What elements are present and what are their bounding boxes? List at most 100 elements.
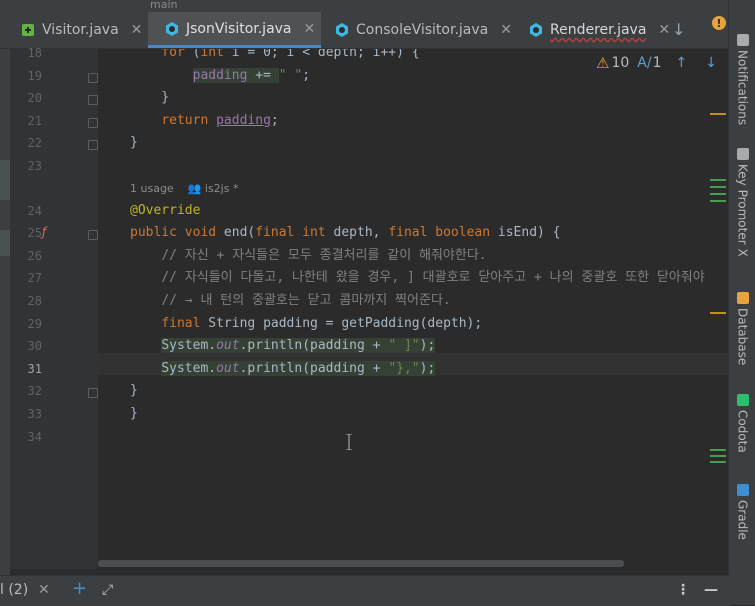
- window-top-bar: main: [0, 0, 730, 12]
- code-line[interactable]: }: [130, 403, 138, 425]
- left-tool-strip: [0, 0, 10, 605]
- tab-visitor[interactable]: Visitor.java ✕: [4, 12, 148, 48]
- close-tab-icon[interactable]: ✕: [304, 21, 316, 37]
- code-line[interactable]: // → 내 턴의 중괄호는 닫고 콤마까지 찍어준다.: [130, 290, 450, 312]
- warning-stripe-mark[interactable]: [710, 312, 726, 314]
- line-number: 31: [27, 361, 42, 376]
- previous-highlight-icon[interactable]: ↑: [676, 55, 688, 71]
- run-tab-label[interactable]: l (2): [0, 582, 28, 598]
- fold-marker-icon[interactable]: [88, 72, 98, 83]
- line-number: 21: [27, 113, 42, 128]
- left-strip-block: [0, 230, 10, 256]
- line-number: 28: [27, 294, 42, 308]
- code-editor[interactable]: for (int i = 0; i < depth; i++) { paddin…: [98, 49, 728, 569]
- line-number: 22: [27, 136, 42, 151]
- change-stripe-mark[interactable]: [710, 449, 726, 451]
- tab-label: JsonVisitor.java: [186, 20, 292, 37]
- notification-badge-icon[interactable]: !: [712, 16, 726, 30]
- tool-window-database[interactable]: Database: [729, 292, 755, 365]
- interface-icon: [20, 22, 36, 38]
- code-line[interactable]: System.out.println(padding + " ]");: [130, 335, 436, 357]
- tab-label: Renderer.java: [550, 22, 647, 38]
- code-line[interactable]: @Override: [130, 200, 200, 222]
- line-number: 29: [27, 316, 42, 331]
- typo-icon: A/: [637, 55, 652, 71]
- warning-count: 10: [611, 55, 630, 71]
- line-number: 30: [27, 339, 42, 354]
- key-icon: [736, 148, 749, 160]
- class-icon: [528, 22, 544, 38]
- code-line[interactable]: padding += " ";: [130, 65, 310, 87]
- close-icon[interactable]: ✕: [38, 582, 50, 598]
- close-tab-icon[interactable]: ✕: [131, 22, 143, 38]
- class-icon: [164, 21, 180, 37]
- change-stripe-mark[interactable]: [710, 193, 726, 195]
- editor-tab-bar: Visitor.java ✕ JsonVisitor.java ✕ ConsoleVis…: [0, 12, 730, 49]
- line-number: 32: [27, 384, 42, 399]
- author-hint[interactable]: 👥 is2js *: [188, 182, 239, 195]
- error-stripe[interactable]: [710, 49, 726, 569]
- change-stripe-mark[interactable]: [710, 186, 726, 188]
- close-tab-icon[interactable]: ✕: [658, 22, 670, 38]
- fold-marker-icon[interactable]: [88, 388, 98, 399]
- change-stripe-mark[interactable]: [710, 455, 726, 457]
- tab-jsonvisitor[interactable]: JsonVisitor.java ✕: [148, 12, 322, 48]
- code-line[interactable]: final String padding = getPadding(depth)…: [130, 313, 482, 335]
- database-icon: [736, 292, 749, 304]
- inspection-widget[interactable]: ⚠ 10 A/ 1 ↑ ↓: [596, 54, 717, 72]
- warning-icon: ⚠: [596, 54, 610, 72]
- fold-marker-icon[interactable]: [88, 230, 98, 241]
- tool-window-label: Notifications: [735, 50, 750, 126]
- tab-label: ConsoleVisitor.java: [356, 22, 489, 38]
- override-method-icon[interactable]: ƒ: [42, 225, 46, 239]
- code-line[interactable]: // 자식들이 다돌고, 나한테 왔을 경우, ] 대괄호로 닫아주고 + 나의…: [130, 267, 704, 289]
- code-line[interactable]: System.out.println(padding + "},");: [130, 358, 436, 380]
- fold-marker-icon[interactable]: [88, 117, 98, 128]
- bottom-tool-bar: l (2) ✕ + ⤢ ⋮ —: [0, 575, 730, 606]
- bell-icon: [736, 34, 749, 46]
- class-icon: [334, 22, 350, 38]
- add-icon[interactable]: +: [72, 578, 87, 599]
- line-number: 24: [27, 203, 42, 218]
- tool-window-key-promoter-x[interactable]: Key Promoter X: [729, 148, 755, 257]
- line-number: 34: [27, 429, 42, 444]
- code-line[interactable]: public void end(final int depth, final b…: [130, 222, 561, 244]
- code-line[interactable]: }: [130, 87, 169, 109]
- minimize-icon[interactable]: —: [704, 582, 718, 598]
- horizontal-scrollbar[interactable]: [98, 560, 624, 567]
- fold-marker-icon[interactable]: [88, 140, 98, 151]
- change-stripe-mark[interactable]: [710, 461, 726, 463]
- tool-window-notifications[interactable]: Notifications: [729, 34, 755, 125]
- line-number: 19: [27, 68, 42, 83]
- gradle-icon: [736, 484, 749, 496]
- line-number: 23: [27, 159, 42, 173]
- more-options-icon[interactable]: ⋮: [676, 582, 690, 598]
- usages-hint[interactable]: 1 usage: [130, 182, 174, 195]
- expand-icon[interactable]: ⤢: [102, 582, 113, 598]
- tool-window-codota[interactable]: Codota: [729, 394, 755, 453]
- text-cursor-icon: [346, 434, 352, 450]
- tool-window-label: Database: [735, 308, 750, 366]
- tab-renderer[interactable]: Renderer.java ✕: [512, 12, 676, 48]
- code-vision-inlay[interactable]: 1 usage 👥 is2js *: [130, 182, 238, 195]
- branch-label[interactable]: main: [150, 0, 177, 11]
- code-line[interactable]: }: [130, 132, 138, 154]
- tool-window-label: Key Promoter X: [735, 164, 750, 257]
- tabs-dropdown-icon[interactable]: ↓: [672, 20, 685, 39]
- code-line[interactable]: for (int i = 0; i < depth; i++) {: [130, 49, 419, 64]
- tool-window-gradle[interactable]: Gradle: [729, 484, 755, 540]
- line-number: 27: [27, 271, 42, 286]
- change-stripe-mark[interactable]: [710, 200, 726, 202]
- code-line[interactable]: // 자신 + 자식들은 모두 종결처리를 같이 해줘야한다.: [130, 245, 486, 267]
- close-tab-icon[interactable]: ✕: [500, 22, 512, 38]
- line-number: 26: [27, 248, 42, 263]
- warning-stripe-mark[interactable]: [710, 113, 726, 115]
- tab-consolevisitor[interactable]: ConsoleVisitor.java ✕: [318, 12, 518, 48]
- fold-marker-icon[interactable]: [88, 95, 98, 106]
- change-stripe-mark[interactable]: [710, 179, 726, 181]
- code-line[interactable]: }: [130, 380, 138, 402]
- tool-window-label: Gradle: [735, 500, 750, 540]
- tool-window-label: Codota: [735, 410, 750, 453]
- typo-count: 1: [652, 55, 662, 71]
- code-line[interactable]: return padding;: [130, 110, 278, 132]
